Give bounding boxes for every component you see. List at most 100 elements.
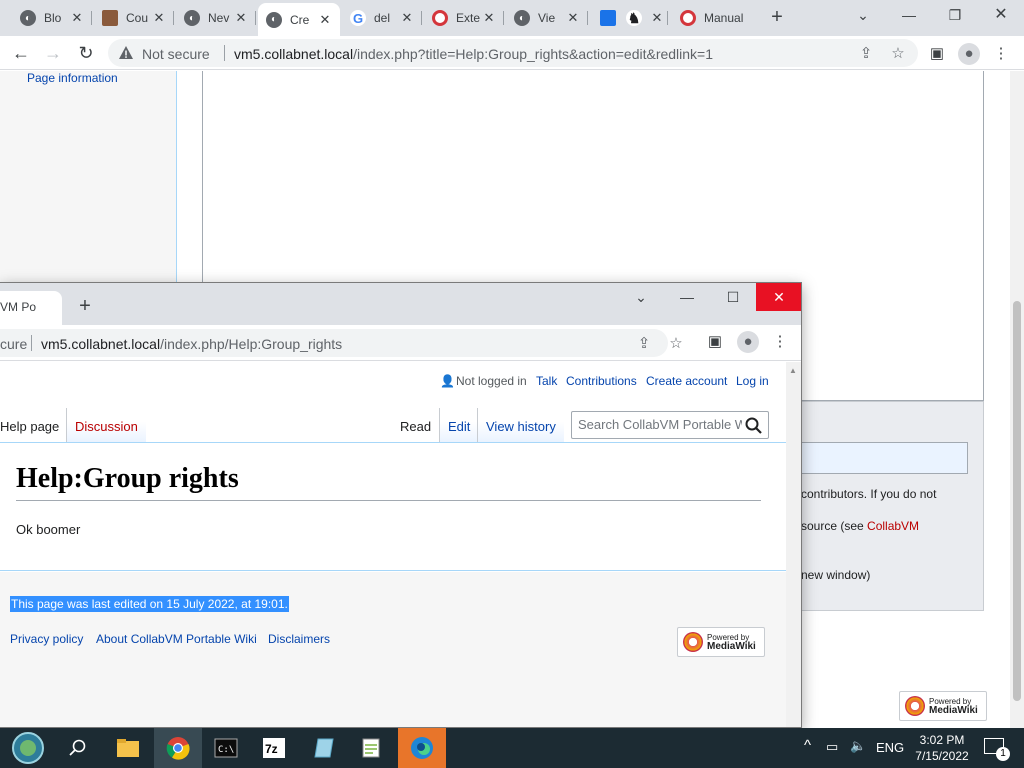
tab-create-active[interactable]: ◐ Cre ✕ — [258, 3, 340, 36]
scroll-up-arrow-icon[interactable]: ▲ — [789, 366, 797, 375]
reload-icon[interactable]: ↻ — [73, 40, 99, 66]
close-window-button[interactable]: ✕ — [756, 283, 801, 311]
taskbar: C:\ 7z ^ ▭ 🔈 ENG 3:02 PM 7/15/2022 1 — [0, 728, 1024, 768]
search-input[interactable] — [578, 417, 742, 432]
close-tab-icon[interactable]: ✕ — [400, 10, 414, 26]
7zip-button[interactable]: 7z — [250, 728, 298, 768]
page-information-link[interactable]: Page information — [27, 71, 118, 85]
new-tab-button[interactable]: + — [74, 295, 96, 317]
tab-cou[interactable]: Cou ✕ — [94, 4, 174, 32]
minimize-button[interactable]: — — [886, 0, 932, 32]
volume-icon[interactable]: 🔈 — [850, 738, 866, 754]
tab-extensions[interactable]: Exte ✕ — [424, 4, 504, 32]
taskbar-search-icon — [69, 739, 86, 756]
menu-kebab-icon[interactable]: ⋮ — [769, 331, 791, 353]
tab-manual[interactable]: Manual — [672, 4, 756, 32]
about-link[interactable]: About CollabVM Portable Wiki — [96, 632, 257, 646]
powered-by-mediawiki-badge[interactable]: Powered by MediaWiki — [899, 691, 987, 721]
collabvm-link[interactable]: CollabVM — [867, 519, 919, 533]
search-icon[interactable] — [744, 416, 764, 436]
maximize-button[interactable]: ☐ — [710, 283, 756, 311]
scrollbar-thumb[interactable] — [1013, 301, 1021, 701]
svg-text:7z: 7z — [265, 742, 278, 756]
close-tab-icon[interactable]: ✕ — [152, 10, 166, 26]
search-box[interactable] — [571, 411, 769, 439]
contributions-link[interactable]: Contributions — [566, 374, 637, 388]
new-tab-button[interactable]: + — [766, 6, 788, 28]
menu-kebab-icon[interactable]: ⋮ — [990, 43, 1012, 65]
talk-link[interactable]: Talk — [536, 374, 557, 388]
clock-time: 3:02 PM — [919, 733, 965, 747]
tab-search-chevron-icon[interactable]: ⌄ — [618, 283, 664, 311]
clock-date: 7/15/2022 — [915, 749, 969, 763]
show-hidden-icons-chevron-icon[interactable]: ^ — [804, 737, 811, 754]
front-tab-strip: VM Po + ⌄ — ☐ ✕ — [0, 283, 801, 325]
forward-arrow-icon[interactable]: → — [40, 40, 66, 66]
tab-edit[interactable]: Edit — [439, 408, 479, 442]
restore-button[interactable]: ❐ — [932, 0, 978, 32]
chrome-taskbar-button[interactable] — [154, 728, 202, 768]
terminal-icon: C:\ — [214, 738, 238, 758]
share-icon[interactable]: ⇪ — [856, 44, 876, 64]
front-browser-window: VM Po + ⌄ — ☐ ✕ cure vm5.collabnet.local… — [0, 282, 802, 728]
profile-avatar-icon[interactable]: ● — [737, 331, 759, 353]
close-tab-icon[interactable]: ✕ — [482, 10, 496, 26]
tab-discussion[interactable]: Discussion — [66, 408, 146, 442]
notepad-button[interactable] — [300, 728, 348, 768]
address-bar[interactable]: Not secure vm5.collabnet.local/index.php… — [108, 39, 918, 67]
tab-new[interactable]: ◐ Nev ✕ — [176, 4, 256, 32]
security-status[interactable]: Not secure — [142, 46, 210, 62]
tab-view-history[interactable]: View history — [477, 408, 564, 442]
create-account-link[interactable]: Create account — [646, 374, 727, 388]
log-in-link[interactable]: Log in — [736, 374, 769, 388]
tab-help-page[interactable]: Help page — [0, 408, 68, 442]
disclaimers-link[interactable]: Disclaimers — [268, 632, 330, 646]
terminal-button[interactable]: C:\ — [202, 728, 250, 768]
file-explorer-button[interactable] — [104, 728, 152, 768]
tab-tool[interactable]: ♞ ✕ — [618, 4, 668, 32]
close-tab-icon[interactable]: ✕ — [70, 10, 84, 26]
close-tab-icon[interactable]: ✕ — [566, 10, 580, 26]
back-scrollbar[interactable] — [1010, 71, 1024, 728]
share-icon[interactable]: ⇪ — [634, 334, 654, 354]
close-window-button[interactable]: ✕ — [978, 0, 1024, 32]
edge-icon — [411, 737, 433, 759]
search-button[interactable] — [54, 728, 102, 768]
tab-google[interactable]: G del ✕ — [342, 4, 422, 32]
minimize-button[interactable]: — — [664, 283, 710, 311]
back-arrow-icon[interactable]: ← — [8, 40, 34, 66]
tab-blog[interactable]: ◐ Blo ✕ — [12, 4, 92, 32]
address-bar[interactable]: cure vm5.collabnet.local/index.php/Help:… — [0, 329, 683, 357]
close-tab-icon[interactable]: ✕ — [234, 10, 248, 26]
folder-icon — [117, 739, 139, 757]
front-tab[interactable]: VM Po — [0, 291, 62, 325]
svg-text:C:\: C:\ — [218, 745, 234, 755]
notepadpp-button[interactable] — [348, 728, 396, 768]
notification-count-badge: 1 — [996, 747, 1010, 761]
side-panel-icon[interactable]: ▣ — [704, 331, 726, 353]
close-tab-icon[interactable]: ✕ — [650, 10, 664, 26]
tab-view[interactable]: ◐ Vie ✕ — [506, 4, 588, 32]
clock[interactable]: 3:02 PM 7/15/2022 — [910, 732, 974, 764]
url-text[interactable]: vm5.collabnet.local/index.php/Help:Group… — [41, 336, 342, 352]
edit-notice-line-2: source (see CollabVM — [801, 519, 920, 533]
powered-by-mediawiki-badge[interactable]: Powered by MediaWiki — [677, 627, 765, 657]
start-button[interactable] — [4, 728, 52, 768]
notepadpp-icon — [362, 738, 380, 758]
close-tab-icon[interactable]: ✕ — [318, 12, 332, 28]
bookmark-star-icon[interactable]: ☆ — [666, 334, 686, 354]
side-panel-icon[interactable]: ▣ — [926, 43, 948, 65]
tab-search-chevron-icon[interactable]: ⌄ — [840, 0, 886, 32]
profile-avatar-icon[interactable]: ● — [958, 43, 980, 65]
language-indicator[interactable]: ENG — [876, 740, 904, 755]
windows-orb-icon — [12, 732, 44, 764]
edit-notice-line-1: contributors. If you do not — [801, 487, 937, 501]
edge-button[interactable] — [398, 728, 446, 768]
privacy-policy-link[interactable]: Privacy policy — [10, 632, 83, 646]
url-text[interactable]: vm5.collabnet.local/index.php?title=Help… — [234, 46, 713, 62]
edit-summary-input[interactable] — [800, 442, 968, 474]
network-icon[interactable]: ▭ — [826, 739, 838, 755]
bookmark-star-icon[interactable]: ☆ — [888, 44, 908, 64]
front-scrollbar[interactable]: ▲ — [786, 362, 801, 727]
tab-read[interactable]: Read — [392, 408, 440, 442]
